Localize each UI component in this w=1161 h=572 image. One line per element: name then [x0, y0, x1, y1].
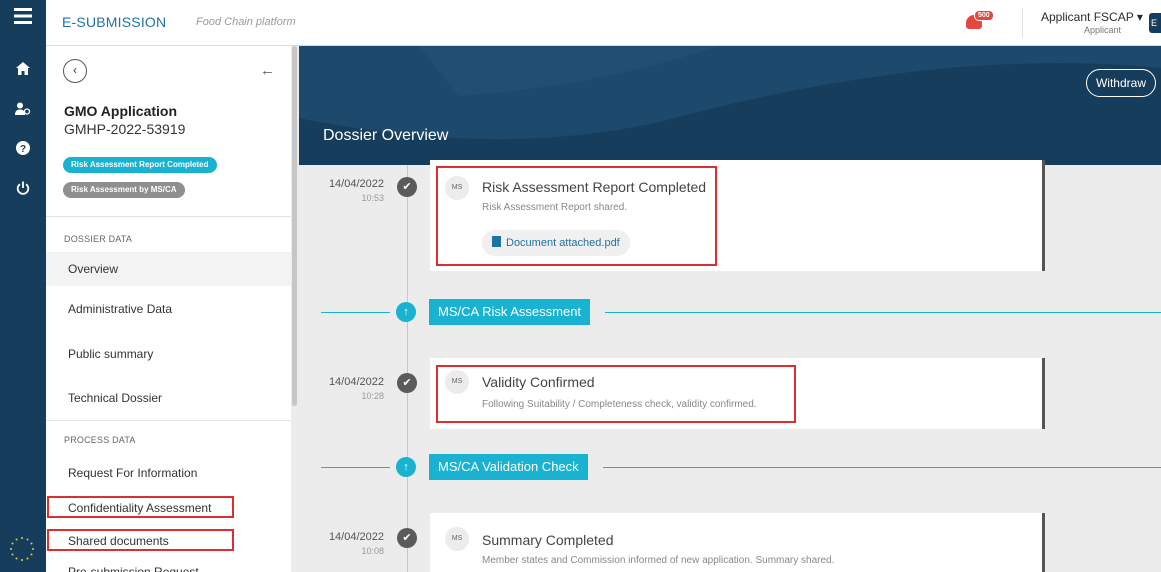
application-id: GMHP-2022-53919 [64, 121, 186, 137]
sidebar-item-overview[interactable]: Overview [46, 252, 291, 286]
back-button[interactable]: ‹ [63, 59, 87, 83]
dossier-banner: Withdraw Dossier Overview [299, 46, 1161, 165]
collapse-sidebar-icon[interactable]: ← [260, 62, 275, 79]
section-label-dossier: DOSSIER DATA [64, 234, 133, 244]
divider [46, 216, 291, 217]
section-label-process: PROCESS DATA [64, 435, 136, 445]
home-icon[interactable] [0, 62, 46, 79]
chevron-left-icon: ‹ [73, 63, 77, 77]
banner-decoration [299, 46, 1161, 140]
main-content: Withdraw Dossier Overview MS Risk Assess… [299, 46, 1161, 572]
event-time: 10:53 [361, 193, 384, 203]
phase-label: MS/CA Validation Check [429, 454, 588, 480]
sidebar-item-pre-submission-request[interactable]: Pre-submission Request [46, 561, 291, 572]
timeline-event-card: MS Summary Completed Member states and C… [430, 513, 1045, 572]
event-description: Member states and Commission informed of… [482, 555, 835, 566]
phase-line [321, 467, 390, 468]
menu-icon[interactable] [0, 8, 46, 28]
users-icon[interactable] [0, 102, 46, 119]
withdraw-button[interactable]: Withdraw [1086, 69, 1156, 97]
eu-stars-logo [9, 536, 35, 562]
power-icon[interactable] [0, 181, 46, 199]
check-icon: ✔ [397, 528, 417, 548]
brand-subtitle: Food Chain platform [196, 16, 296, 28]
event-time: 10:08 [361, 546, 384, 556]
application-title: GMO Application [64, 103, 178, 119]
phase-line [605, 312, 1161, 313]
phase-line [321, 312, 390, 313]
user-menu[interactable]: Applicant FSCAP ▾ [1041, 10, 1143, 24]
status-badge: Risk Assessment by MS/CA [63, 182, 185, 198]
timeline-line [407, 165, 408, 572]
highlight-box [436, 365, 796, 423]
top-bar: E-SUBMISSION Food Chain platform 500 App… [46, 0, 1161, 46]
notification-badge: 500 [974, 10, 994, 21]
sidebar-item-administrative-data[interactable]: Administrative Data [46, 292, 291, 326]
highlight-box [436, 166, 717, 266]
event-time: 10:28 [361, 391, 384, 401]
sidebar-item-request-for-information[interactable]: Request For Information [46, 456, 291, 490]
sidebar-item-technical-dossier[interactable]: Technical Dossier [46, 381, 291, 415]
check-icon: ✔ [397, 177, 417, 197]
help-icon[interactable]: ? [0, 141, 46, 159]
phase-line [603, 467, 1161, 468]
phase-label: MS/CA Risk Assessment [429, 299, 591, 325]
left-rail: ? [0, 0, 46, 572]
brand-name[interactable]: E-SUBMISSION [62, 14, 166, 30]
sidebar: ‹ ← GMO Application GMHP-2022-53919 Risk… [46, 46, 291, 572]
highlight-box [47, 529, 234, 551]
arrow-up-icon: ↑ [396, 457, 416, 477]
sidebar-item-public-summary[interactable]: Public summary [46, 337, 291, 371]
sidebar-scrollbar[interactable] [292, 46, 297, 406]
event-date: 14/04/2022 [328, 531, 384, 543]
page-title: Dossier Overview [323, 127, 449, 144]
svg-text:?: ? [20, 144, 26, 155]
status-badge: Risk Assessment Report Completed [63, 157, 217, 173]
divider [46, 420, 291, 421]
avatar[interactable]: E [1149, 13, 1161, 33]
highlight-box [47, 496, 234, 518]
user-role: Applicant [1084, 25, 1122, 35]
event-title: Summary Completed [482, 532, 614, 548]
event-date: 14/04/2022 [328, 376, 384, 388]
ms-badge: MS [445, 527, 469, 551]
arrow-up-icon: ↑ [396, 302, 416, 322]
divider [1022, 8, 1023, 38]
check-icon: ✔ [397, 373, 417, 393]
event-date: 14/04/2022 [328, 178, 384, 190]
notifications-button[interactable]: 500 [966, 10, 994, 30]
